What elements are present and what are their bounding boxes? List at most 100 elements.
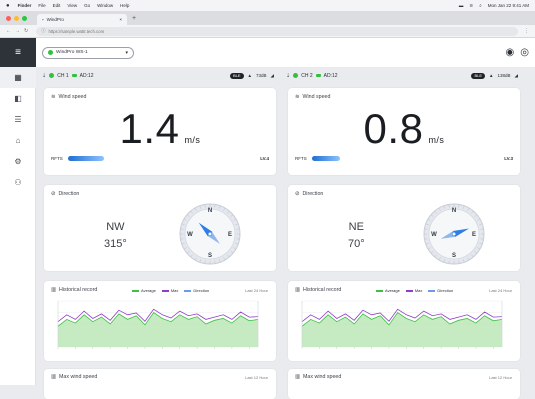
direction-card: ⊘ Direction NW 315° NESW bbox=[44, 185, 276, 271]
legend-max[interactable]: Max bbox=[406, 288, 423, 293]
history-chart bbox=[44, 295, 276, 359]
direction-degrees: 315° bbox=[104, 236, 127, 253]
minimize-window-button[interactable] bbox=[14, 16, 19, 21]
wind-speed-number: 0.8 bbox=[364, 105, 424, 152]
sidebar-item-monitor[interactable]: ⌂ bbox=[0, 130, 36, 151]
rfts-row: RFTS LV.3 bbox=[295, 156, 513, 161]
legend-direction[interactable]: Direction bbox=[184, 288, 209, 293]
sidebar-menu-button[interactable]: ≡ bbox=[0, 38, 36, 67]
bell-icon[interactable]: ▲ bbox=[248, 73, 252, 78]
max-wind-range[interactable]: Last 12 Hour bbox=[489, 375, 512, 380]
wind-icon: ≋ bbox=[295, 94, 299, 100]
list-icon: ☰ bbox=[14, 115, 21, 124]
card-title: ≋ Wind speed bbox=[295, 94, 330, 100]
rssi-value: 73dB bbox=[256, 73, 267, 78]
history-range[interactable]: Last 24 Hour bbox=[489, 288, 512, 293]
needle-hub bbox=[208, 232, 212, 236]
reload-icon[interactable]: ↻ bbox=[24, 28, 28, 34]
legend-average-label: Average bbox=[385, 288, 400, 293]
wind-speed-title: Wind speed bbox=[58, 94, 86, 100]
online-status-icon bbox=[48, 50, 53, 55]
channel-header: ⇣ CH 1 AD:12 BLE ▲ 73dB ◢ bbox=[38, 67, 278, 84]
direction-card: ⊘ Direction NE 70° NESW bbox=[288, 185, 520, 271]
menu-file[interactable]: File bbox=[38, 3, 45, 8]
channel-status-icon bbox=[49, 73, 54, 78]
device-selector[interactable]: WindPro WS-1 ▾ bbox=[42, 47, 134, 59]
ble-badge: BLE bbox=[230, 73, 244, 79]
rfts-row: RFTS LV.4 bbox=[51, 156, 269, 161]
sidebar-item-settings[interactable]: ⚙ bbox=[0, 151, 36, 172]
legend-average[interactable]: Average bbox=[132, 288, 156, 293]
forward-icon[interactable]: → bbox=[15, 28, 20, 34]
browser-tab[interactable]: ▪ WindPro × bbox=[37, 14, 127, 25]
ble-badge: BLE bbox=[471, 73, 485, 79]
channel-status-icon bbox=[293, 73, 298, 78]
window-controls bbox=[6, 16, 27, 21]
dashboard-icon: ▦ bbox=[14, 73, 22, 82]
device-name: WindPro WS-1 bbox=[56, 50, 88, 55]
sidebar: ≡ ▦ ◧ ☰ ⌂ ⚙ ⚇ bbox=[0, 38, 36, 385]
history-card: ▥ Historical record Average Max Directio… bbox=[288, 281, 520, 361]
sidebar-item-dashboard[interactable]: ▦ bbox=[0, 67, 36, 88]
sidebar-item-device[interactable]: ◧ bbox=[0, 88, 36, 109]
direction-cardinal: NE bbox=[348, 219, 365, 236]
sidebar-item-users[interactable]: ⚇ bbox=[0, 172, 36, 193]
url-input[interactable]: ⓘ https://sample.wattr.tech.com bbox=[36, 27, 518, 36]
history-range[interactable]: Last 24 Hour bbox=[245, 288, 268, 293]
direction-readout: NE 70° bbox=[348, 219, 365, 253]
zoom-window-button[interactable] bbox=[22, 16, 27, 21]
chart-icon: ▥ bbox=[295, 287, 300, 293]
channel-status: BLE ▲ 73dB ◢ bbox=[230, 73, 274, 79]
history-legend: Average Max Direction bbox=[376, 288, 453, 293]
search-icon[interactable]: ⌕ bbox=[479, 3, 482, 8]
max-wind-range[interactable]: Last 12 Hour bbox=[245, 375, 268, 380]
card-title: ▥ Max wind speed bbox=[295, 374, 341, 380]
max-wind-card: ▥ Max wind speed Last 12 Hour bbox=[44, 369, 276, 399]
notification-icon[interactable]: ◉ bbox=[506, 47, 515, 58]
wind-speed-title: Wind speed bbox=[302, 94, 330, 100]
ad-indicator-icon bbox=[316, 74, 321, 77]
apple-icon[interactable]: ● bbox=[6, 3, 10, 9]
browser-menu-icon[interactable]: ⋮ bbox=[524, 28, 529, 34]
compass-label-n: N bbox=[452, 208, 456, 214]
wind-icon: ≋ bbox=[51, 94, 55, 100]
menu-window[interactable]: Window bbox=[97, 3, 113, 8]
wind-speed-card: ≋ Wind speed 0.8m/s RFTS LV.3 bbox=[288, 88, 520, 175]
users-icon: ⚇ bbox=[14, 178, 21, 187]
hamburger-icon: ≡ bbox=[15, 47, 21, 58]
max-wind-icon: ▥ bbox=[295, 374, 300, 380]
legend-direction[interactable]: Direction bbox=[428, 288, 453, 293]
channel-name: CH 1 bbox=[57, 73, 68, 79]
card-title: ▥ Max wind speed bbox=[51, 374, 97, 380]
menu-finder[interactable]: Finder bbox=[18, 3, 32, 8]
bell-icon[interactable]: ▲ bbox=[489, 73, 493, 78]
close-window-button[interactable] bbox=[6, 16, 11, 21]
legend-max[interactable]: Max bbox=[162, 288, 179, 293]
new-tab-button[interactable]: + bbox=[132, 15, 136, 22]
legend-average-label: Average bbox=[141, 288, 156, 293]
signal-icon: ⇣ bbox=[286, 73, 290, 79]
compass-label-e: E bbox=[472, 232, 476, 238]
close-tab-icon[interactable]: × bbox=[119, 17, 122, 22]
channel-status: BLE ▲ 138dB ◢ bbox=[471, 73, 518, 79]
menu-edit[interactable]: Edit bbox=[53, 3, 61, 8]
sidebar-item-list[interactable]: ☰ bbox=[0, 109, 36, 130]
max-wind-title: Max wind speed bbox=[303, 374, 341, 380]
account-icon[interactable]: ◎ bbox=[520, 47, 529, 58]
compass-label-s: S bbox=[452, 253, 456, 259]
menu-go[interactable]: Go bbox=[84, 3, 90, 8]
menu-view[interactable]: View bbox=[67, 3, 77, 8]
site-info-icon[interactable]: ⓘ bbox=[41, 28, 45, 34]
menubar-status: ▬ ≋ ⌕ Mon Jan 22 9:41 AM bbox=[459, 3, 529, 9]
menu-help[interactable]: Help bbox=[120, 3, 129, 8]
card-title: ▥ Historical record bbox=[51, 287, 97, 293]
compass-label-n: N bbox=[208, 208, 212, 214]
back-icon[interactable]: ← bbox=[6, 28, 11, 34]
chevron-down-icon: ▾ bbox=[125, 50, 128, 56]
rfts-level: LV.3 bbox=[504, 156, 513, 161]
channel-ad: AD:12 bbox=[324, 73, 338, 79]
history-title: Historical record bbox=[303, 287, 341, 293]
direction-degrees: 70° bbox=[348, 236, 365, 253]
rfts-level: LV.4 bbox=[260, 156, 269, 161]
legend-average[interactable]: Average bbox=[376, 288, 400, 293]
